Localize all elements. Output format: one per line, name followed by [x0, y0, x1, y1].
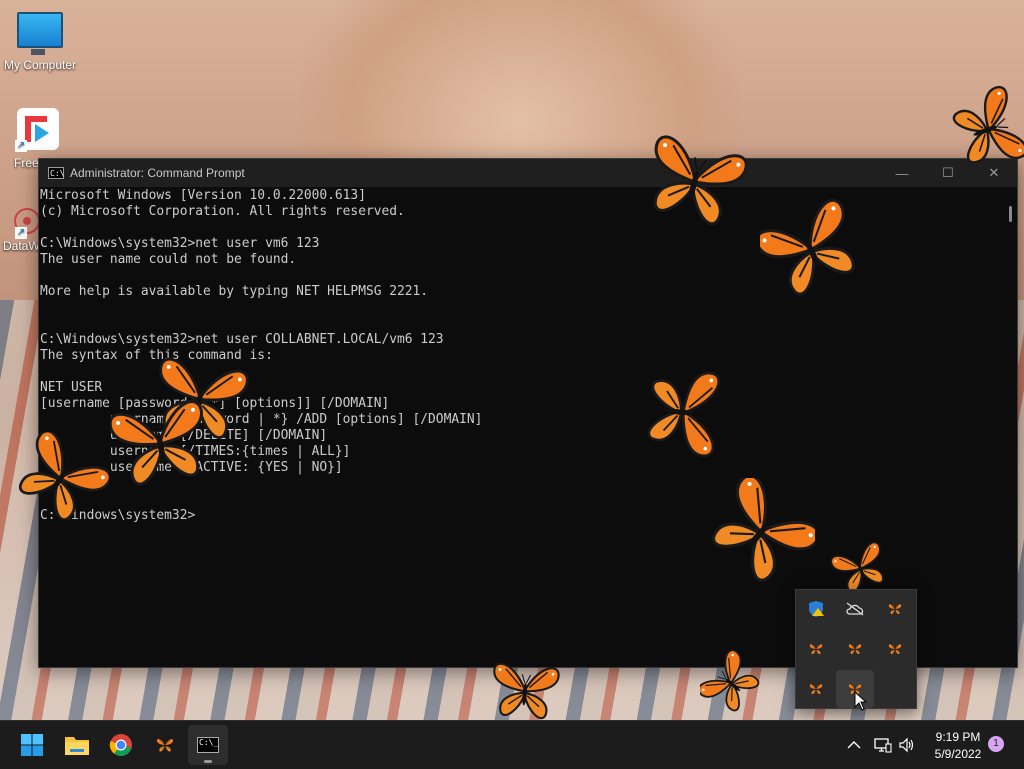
- window-titlebar[interactable]: C:\ Administrator: Command Prompt — ☐ ✕: [39, 159, 1017, 187]
- windows-start-icon: [21, 734, 43, 756]
- butterfly-icon: [950, 83, 1024, 176]
- taskbar-chrome[interactable]: [101, 725, 141, 765]
- butterfly-icon: [888, 603, 902, 615]
- taskbar: C:\_ 9:19 PM 5/9/2022: [0, 720, 1024, 769]
- vertical-scrollbar[interactable]: [1003, 188, 1017, 667]
- tray-item-onedrive[interactable]: [836, 590, 874, 628]
- clock-date: 5/9/2022: [934, 747, 982, 761]
- tray-item-butterfly[interactable]: [797, 630, 835, 668]
- butterfly-icon: [888, 643, 902, 655]
- tray-item-butterfly[interactable]: [876, 630, 914, 668]
- tray-item-butterfly[interactable]: [836, 630, 874, 668]
- notification-badge[interactable]: 1: [988, 736, 1004, 752]
- active-indicator: [204, 760, 212, 763]
- cmd-icon: C:\: [48, 167, 65, 179]
- desktop-icon-label: My Computer: [3, 58, 77, 72]
- tray-item-butterfly[interactable]: [797, 670, 835, 708]
- taskbar-command-prompt[interactable]: C:\_: [188, 725, 228, 765]
- mouse-cursor-icon: [854, 691, 868, 711]
- show-hidden-icons-button[interactable]: [836, 725, 872, 765]
- taskbar-start-button[interactable]: [12, 725, 52, 765]
- taskbar-butterflies-app[interactable]: [145, 725, 185, 765]
- taskbar-file-explorer[interactable]: [57, 725, 97, 765]
- minimize-button[interactable]: —: [879, 159, 925, 187]
- shortcut-arrow-icon: ↗: [15, 227, 27, 239]
- butterfly-icon: [710, 478, 815, 583]
- folder-icon: [65, 737, 89, 755]
- butterfly-icon: [700, 647, 760, 720]
- onedrive-offline-icon: [846, 602, 864, 616]
- speaker-icon: [899, 737, 914, 753]
- butterfly-icon: [640, 133, 750, 230]
- scrollbar-thumb[interactable]: [1009, 206, 1012, 222]
- butterfly-icon: [848, 643, 862, 655]
- butterfly-icon: [830, 540, 890, 595]
- windows-security-warning-icon: [809, 601, 824, 617]
- console-line: C:\Windows\system32>: [40, 508, 196, 523]
- console-line: C:\Windows\system32>net user COLLABNET.L…: [40, 332, 444, 347]
- desktop-icon-my-computer[interactable]: My Computer: [0, 12, 80, 72]
- butterfly-icon: [489, 662, 561, 721]
- shortcut-arrow-icon: ↗: [15, 140, 27, 152]
- cmd-icon: C:\_: [197, 737, 219, 753]
- butterfly-icon: [760, 198, 860, 298]
- window-title: Administrator: Command Prompt: [70, 166, 245, 180]
- butterfly-icon: [156, 738, 174, 753]
- taskbar-clock[interactable]: 9:19 PM 5/9/2022: [918, 729, 998, 763]
- butterfly-icon: [14, 432, 109, 522]
- monitor-icon: [17, 12, 63, 55]
- butterfly-icon: [110, 398, 210, 490]
- butterfly-icon: [809, 683, 823, 695]
- tray-item-butterfly[interactable]: [876, 590, 914, 628]
- clock-time: 9:19 PM: [935, 730, 981, 744]
- chevron-up-icon: [847, 741, 861, 749]
- tray-item-windows-security[interactable]: [797, 590, 835, 628]
- butterfly-icon: [645, 366, 721, 458]
- network-icon: [874, 738, 892, 753]
- app-icon: ↗: [15, 108, 59, 152]
- chrome-icon: [109, 734, 132, 756]
- butterfly-icon: [809, 643, 823, 655]
